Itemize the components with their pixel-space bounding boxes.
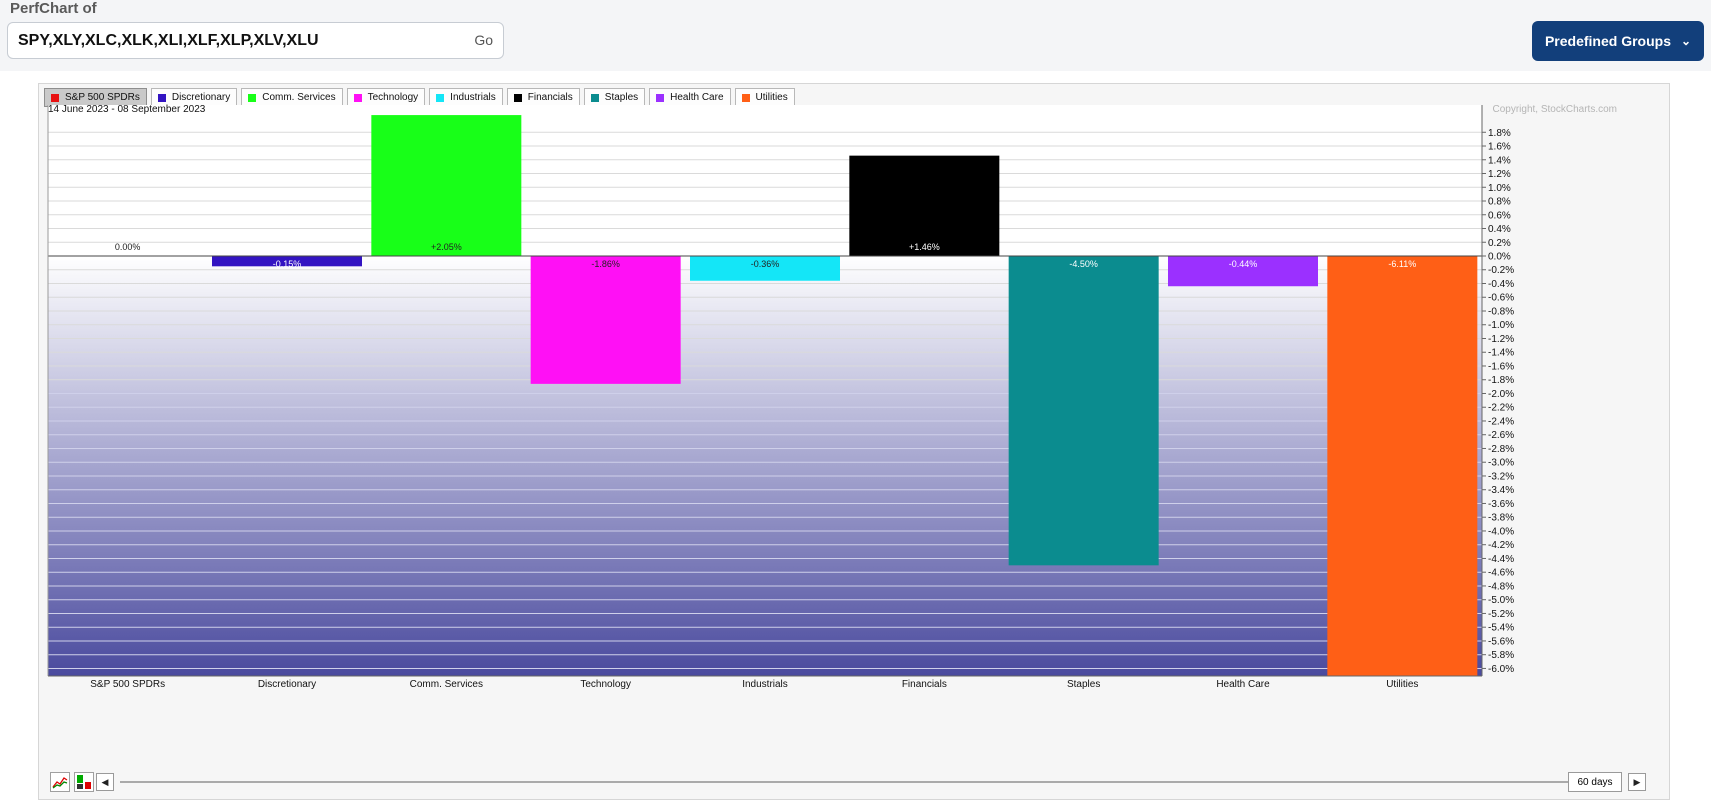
ytick-label: -5.6% bbox=[1488, 636, 1514, 647]
ytick-label: -0.2% bbox=[1488, 265, 1514, 276]
ytick-label: -2.8% bbox=[1488, 444, 1514, 455]
ytick-label: 1.6% bbox=[1488, 142, 1511, 153]
ytick-label: 0.2% bbox=[1488, 238, 1511, 249]
ytick-label: -5.2% bbox=[1488, 609, 1514, 620]
histogram-icon[interactable] bbox=[74, 772, 94, 792]
data-label-7: -0.44% bbox=[1229, 259, 1258, 269]
category-label-1: Discretionary bbox=[258, 679, 316, 690]
period-select[interactable]: 60 days bbox=[1568, 772, 1622, 792]
ytick-label: -2.4% bbox=[1488, 416, 1514, 427]
ytick-label: 0.6% bbox=[1488, 210, 1511, 221]
ytick-label: -4.4% bbox=[1488, 554, 1514, 565]
category-label-5: Financials bbox=[902, 679, 947, 690]
ytick-label: 1.8% bbox=[1488, 128, 1511, 139]
ytick-label: -0.8% bbox=[1488, 306, 1514, 317]
data-label-3: -1.86% bbox=[591, 259, 620, 269]
ytick-label: 0.0% bbox=[1488, 252, 1511, 263]
data-label-2: +2.05% bbox=[431, 242, 462, 252]
ytick-label: -1.4% bbox=[1488, 348, 1514, 359]
ytick-label: 1.4% bbox=[1488, 155, 1511, 166]
category-label-8: Utilities bbox=[1386, 679, 1418, 690]
ytick-label: -1.0% bbox=[1488, 320, 1514, 331]
ytick-label: -3.8% bbox=[1488, 513, 1514, 524]
ytick-label: -0.6% bbox=[1488, 293, 1514, 304]
ytick-label: -5.4% bbox=[1488, 623, 1514, 634]
data-label-6: -4.50% bbox=[1069, 259, 1098, 269]
bar-5 bbox=[849, 155, 1000, 256]
ytick-label: -4.8% bbox=[1488, 581, 1514, 592]
plot-upper-bg bbox=[48, 105, 1482, 256]
ytick-label: -1.8% bbox=[1488, 375, 1514, 386]
data-label-0: 0.00% bbox=[115, 242, 141, 252]
bar-6 bbox=[1008, 256, 1159, 566]
scroll-left-button[interactable]: ◀ bbox=[96, 773, 114, 791]
bar-8 bbox=[1327, 256, 1478, 676]
category-label-6: Staples bbox=[1067, 679, 1100, 690]
data-label-4: -0.36% bbox=[751, 259, 780, 269]
ytick-label: -0.4% bbox=[1488, 279, 1514, 290]
scroll-right-button[interactable]: ▶ bbox=[1628, 773, 1646, 791]
ytick-label: -6.0% bbox=[1488, 664, 1514, 675]
ytick-label: -2.0% bbox=[1488, 389, 1514, 400]
ytick-label: -4.0% bbox=[1488, 526, 1514, 537]
bar-3 bbox=[530, 256, 681, 384]
data-label-1: -0.15% bbox=[273, 259, 302, 269]
ytick-label: -2.2% bbox=[1488, 403, 1514, 414]
ytick-label: 0.8% bbox=[1488, 197, 1511, 208]
bottom-controls: ◀ 60 days ▶ bbox=[50, 772, 1666, 792]
ytick-label: -2.6% bbox=[1488, 430, 1514, 441]
ytick-label: -1.6% bbox=[1488, 361, 1514, 372]
data-label-8: -6.11% bbox=[1388, 259, 1416, 269]
ytick-label: -3.2% bbox=[1488, 471, 1514, 482]
ytick-label: 0.4% bbox=[1488, 224, 1511, 235]
data-label-5: +1.46% bbox=[909, 242, 940, 252]
category-label-0: S&P 500 SPDRs bbox=[90, 679, 165, 690]
ytick-label: -3.4% bbox=[1488, 485, 1514, 496]
ytick-label: 1.0% bbox=[1488, 183, 1511, 194]
ytick-label: 1.2% bbox=[1488, 169, 1511, 180]
ytick-label: -4.6% bbox=[1488, 568, 1514, 579]
ytick-label: -5.8% bbox=[1488, 650, 1514, 661]
category-label-3: Technology bbox=[580, 679, 631, 690]
date-range-label: 14 June 2023 - 08 September 2023 bbox=[48, 104, 206, 115]
ytick-label: -3.0% bbox=[1488, 458, 1514, 469]
ytick-label: -3.6% bbox=[1488, 499, 1514, 510]
category-label-2: Comm. Services bbox=[410, 679, 483, 690]
category-label-4: Industrials bbox=[742, 679, 788, 690]
bar-2 bbox=[371, 115, 522, 257]
ytick-label: -1.2% bbox=[1488, 334, 1514, 345]
ytick-label: -4.2% bbox=[1488, 540, 1514, 551]
copyright-label: Copyright, StockCharts.com bbox=[1493, 104, 1618, 115]
date-slider[interactable] bbox=[120, 781, 1614, 783]
category-label-7: Health Care bbox=[1216, 679, 1270, 690]
line-chart-icon[interactable] bbox=[50, 772, 70, 792]
ytick-label: -5.0% bbox=[1488, 595, 1514, 606]
perf-chart: 0.00% S&P 500 SPDRs -0.15% Discretionary +2.… bbox=[47, 104, 1618, 690]
